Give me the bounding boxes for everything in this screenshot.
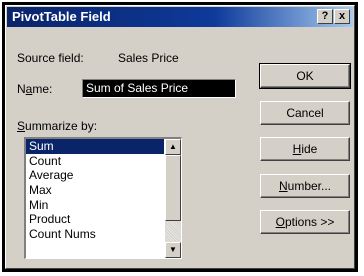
list-item-product[interactable]: Product	[26, 212, 164, 227]
source-field-value: Sales Price	[118, 51, 179, 65]
options-accel: O	[275, 215, 285, 229]
summarize-label-suffix: ummarize by:	[25, 119, 98, 133]
hide-button[interactable]: Hide	[260, 137, 350, 161]
name-input[interactable]: Sum of Sales Price	[82, 79, 236, 98]
dialog-title: PivotTable Field	[12, 9, 111, 24]
title-bar[interactable]: PivotTable Field ? x	[7, 7, 353, 27]
list-item-count[interactable]: Count	[26, 154, 164, 169]
pivottable-field-dialog: PivotTable Field ? x Source field: Sales…	[2, 2, 358, 272]
name-label-suffix: me:	[32, 82, 53, 96]
list-item-sum[interactable]: Sum	[26, 139, 164, 154]
help-button[interactable]: ?	[317, 9, 333, 24]
number-button[interactable]: Number...	[260, 174, 350, 198]
summarize-by-label: Summarize by:	[17, 119, 97, 133]
close-button[interactable]: x	[334, 9, 350, 24]
list-item-max[interactable]: Max	[26, 183, 164, 198]
hide-suffix: ide	[301, 142, 318, 156]
ok-button[interactable]: OK	[259, 63, 351, 89]
summarize-label-accel: S	[17, 119, 26, 133]
list-item-count-nums[interactable]: Count Nums	[26, 227, 164, 242]
scroll-thumb[interactable]	[165, 155, 181, 221]
summarize-list-items: Sum Count Average Max Min Product Count …	[26, 139, 164, 242]
name-label-prefix: N	[17, 82, 26, 96]
scroll-up-button[interactable]: ▲	[165, 139, 181, 155]
number-accel: N	[278, 179, 288, 193]
options-suffix: ptions >>	[284, 215, 335, 229]
list-scrollbar[interactable]: ▲ ▼	[165, 139, 181, 258]
list-item-min[interactable]: Min	[26, 198, 164, 213]
list-item-average[interactable]: Average	[26, 168, 164, 183]
name-label: Name:	[17, 82, 52, 96]
scroll-up-arrow-icon: ▲	[169, 142, 177, 151]
source-field-label: Source field:	[17, 51, 84, 65]
cancel-button[interactable]: Cancel	[260, 101, 350, 125]
options-button[interactable]: Options >>	[260, 210, 350, 234]
number-suffix: umber...	[287, 179, 332, 193]
dialog-body: PivotTable Field ? x Source field: Sales…	[5, 5, 355, 269]
scroll-down-arrow-icon: ▼	[169, 245, 177, 254]
scroll-down-button[interactable]: ▼	[165, 242, 181, 258]
summarize-by-listbox[interactable]: Sum Count Average Max Min Product Count …	[24, 137, 182, 259]
